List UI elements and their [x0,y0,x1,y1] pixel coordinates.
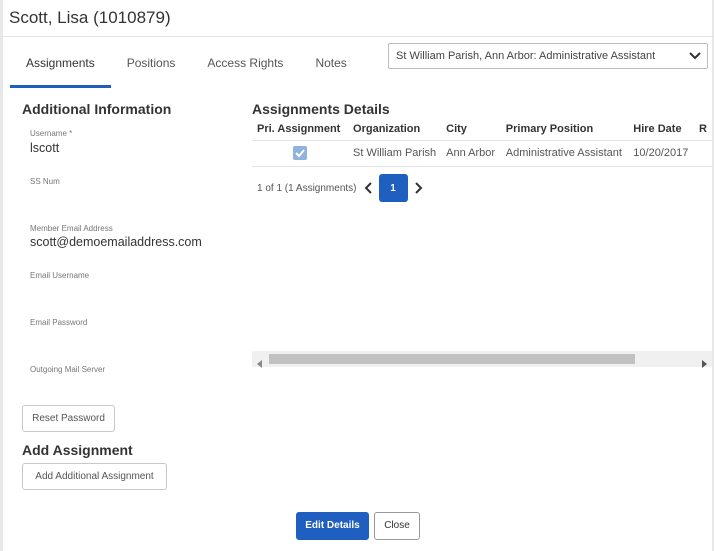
chevron-left-icon[interactable] [363,181,375,195]
city-cell: Ann Arbor [441,140,501,167]
organization-cell: St William Parish [348,140,442,167]
username-label: Username * [30,129,73,138]
table-header-row: Pri. Assignment Organization City Primar… [252,118,712,141]
pagination: 1 of 1 (1 Assignments) 1 [257,174,424,202]
header-divider [0,36,714,37]
pager-summary: 1 of 1 (1 Assignments) [257,182,357,194]
primary-position-cell: Administrative Assistant [500,140,629,167]
email-password-label: Email Password [30,318,88,327]
edit-details-button[interactable]: Edit Details [296,512,369,540]
column-header[interactable]: City [441,118,501,141]
column-header[interactable]: R [694,118,712,141]
tab-access-rights[interactable]: Access Rights [191,44,299,88]
window-title: Scott, Lisa (1010879) [9,8,171,27]
chevron-down-icon [687,47,703,63]
check-icon [295,149,305,158]
additional-info-title: Additional Information [22,101,172,117]
column-header[interactable]: Pri. Assignment [252,118,349,141]
add-assignment-title: Add Assignment [22,442,133,458]
extra-cell [694,140,712,167]
scroll-right-icon[interactable] [700,355,708,368]
reset-password-button[interactable]: Reset Password [22,405,115,432]
scrollbar-thumb[interactable] [269,354,635,364]
tab-bar: Assignments Positions Access Rights Note… [10,44,363,88]
username-value: lscott [30,141,60,155]
organization-select-value: St William Parish, Ann Arbor: Administra… [396,50,656,62]
email-label: Member Email Address [30,224,113,233]
primary-assignment-cell [252,140,349,167]
scroll-left-icon[interactable] [256,355,264,368]
horizontal-scrollbar[interactable] [252,351,712,368]
organization-select[interactable]: St William Parish, Ann Arbor: Administra… [388,43,708,69]
column-header[interactable]: Primary Position [500,118,629,141]
chevron-right-icon[interactable] [412,181,424,195]
tab-assignments[interactable]: Assignments [10,44,111,88]
table-row[interactable]: St William Parish Ann Arbor Administrati… [252,140,712,167]
tab-positions[interactable]: Positions [111,44,192,88]
mail-server-label: Outgoing Mail Server [30,365,106,374]
tab-notes[interactable]: Notes [299,44,362,88]
hire-date-cell: 10/20/2017 [628,140,695,167]
assignments-table: Pri. Assignment Organization City Primar… [252,118,712,167]
primary-assignment-checkbox[interactable] [293,146,307,160]
ss-num-label: SS Num [30,177,60,186]
email-username-label: Email Username [30,271,90,280]
modal-left-edge [0,0,3,551]
assignments-table-viewport: Pri. Assignment Organization City Primar… [252,118,712,178]
column-header[interactable]: Hire Date [628,118,695,141]
add-additional-assignment-button[interactable]: Add Additional Assignment [22,463,167,490]
assignments-details-title: Assignments Details [252,101,390,117]
email-value: scott@demoemailaddress.com [30,235,202,249]
column-header[interactable]: Organization [348,118,442,141]
close-button[interactable]: Close [374,512,420,540]
page-button-current[interactable]: 1 [378,174,408,202]
